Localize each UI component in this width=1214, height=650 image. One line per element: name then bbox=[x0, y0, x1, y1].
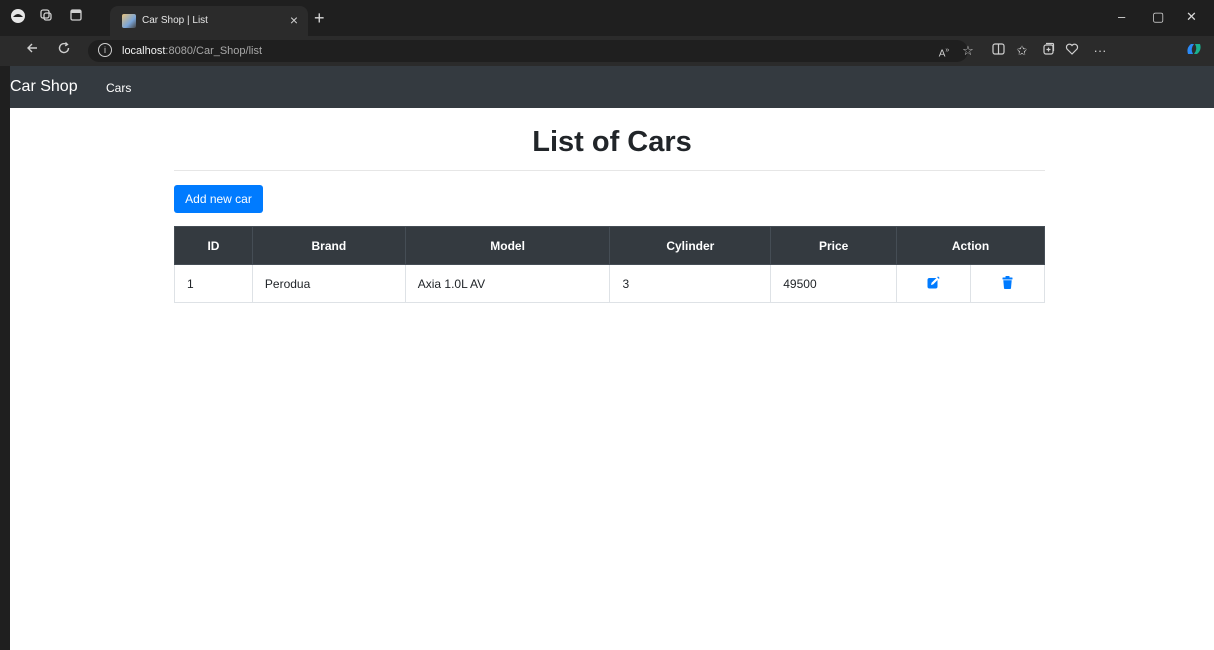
browser-tab-bar: Car Shop | List × + – ▢ ✕ bbox=[0, 0, 1214, 36]
collections-icon[interactable] bbox=[1038, 41, 1058, 61]
browser-tab[interactable]: Car Shop | List × bbox=[110, 6, 308, 36]
minimize-icon[interactable]: – bbox=[1118, 8, 1125, 26]
cars-table: ID Brand Model Cylinder Price Action 1 P… bbox=[174, 226, 1045, 303]
page-title: List of Cars bbox=[532, 126, 692, 158]
url-host: localhost bbox=[122, 45, 166, 57]
tab-close-icon[interactable]: × bbox=[290, 11, 298, 29]
read-aloud-icon[interactable]: A» bbox=[934, 41, 954, 64]
column-header-cylinder: Cylinder bbox=[609, 226, 772, 265]
add-new-car-button[interactable]: Add new car bbox=[174, 185, 263, 213]
split-screen-icon[interactable] bbox=[988, 41, 1008, 61]
cell-cylinder: 3 bbox=[609, 264, 772, 303]
column-header-id: ID bbox=[174, 226, 253, 265]
column-header-price: Price bbox=[770, 226, 898, 265]
trash-icon[interactable] bbox=[1002, 275, 1013, 292]
favorite-star-icon[interactable]: ☆ bbox=[958, 41, 978, 61]
cell-brand: Perodua bbox=[251, 264, 406, 303]
title-divider bbox=[174, 170, 1045, 171]
back-arrow-icon[interactable] bbox=[22, 41, 42, 61]
favorites-icon[interactable]: ✩ bbox=[1012, 41, 1032, 61]
close-window-icon[interactable]: ✕ bbox=[1186, 8, 1197, 26]
nav-link-cars[interactable]: Cars bbox=[106, 80, 131, 96]
tab-actions-icon[interactable] bbox=[66, 8, 86, 28]
url-path: :8080/Car_Shop/list bbox=[165, 45, 263, 57]
url-bar[interactable]: i localhost:8080/Car_Shop/list bbox=[88, 40, 968, 62]
more-menu-icon[interactable]: ··· bbox=[1090, 41, 1110, 61]
browser-essentials-icon[interactable] bbox=[1062, 41, 1082, 61]
url-text: localhost:8080/Car_Shop/list bbox=[122, 44, 262, 58]
page-viewport: Car Shop Cars List of Cars Add new car I… bbox=[10, 66, 1214, 650]
cell-price: 49500 bbox=[770, 264, 898, 303]
cell-id: 1 bbox=[174, 264, 253, 303]
workspaces-icon[interactable] bbox=[36, 8, 56, 28]
cell-delete bbox=[970, 264, 1045, 303]
site-navbar: Car Shop Cars bbox=[10, 66, 1214, 108]
new-tab-icon[interactable]: + bbox=[314, 8, 325, 28]
site-info-icon[interactable]: i bbox=[98, 43, 112, 57]
copilot-icon[interactable] bbox=[1184, 41, 1204, 63]
column-header-action: Action bbox=[896, 226, 1045, 265]
column-header-model: Model bbox=[404, 226, 611, 265]
browser-profile-icon[interactable] bbox=[8, 8, 28, 28]
navbar-brand[interactable]: Car Shop bbox=[10, 77, 78, 97]
table-row: 1 Perodua Axia 1.0L AV 3 49500 bbox=[174, 264, 1045, 303]
tab-title: Car Shop | List bbox=[142, 15, 208, 26]
edit-icon[interactable] bbox=[927, 275, 940, 292]
cell-model: Axia 1.0L AV bbox=[404, 264, 611, 303]
cell-edit bbox=[896, 264, 972, 303]
refresh-icon[interactable] bbox=[54, 41, 74, 61]
tab-favicon-icon bbox=[122, 14, 136, 28]
table-header-row: ID Brand Model Cylinder Price Action bbox=[174, 226, 1045, 265]
column-header-brand: Brand bbox=[251, 226, 406, 265]
restore-icon[interactable]: ▢ bbox=[1152, 8, 1164, 26]
